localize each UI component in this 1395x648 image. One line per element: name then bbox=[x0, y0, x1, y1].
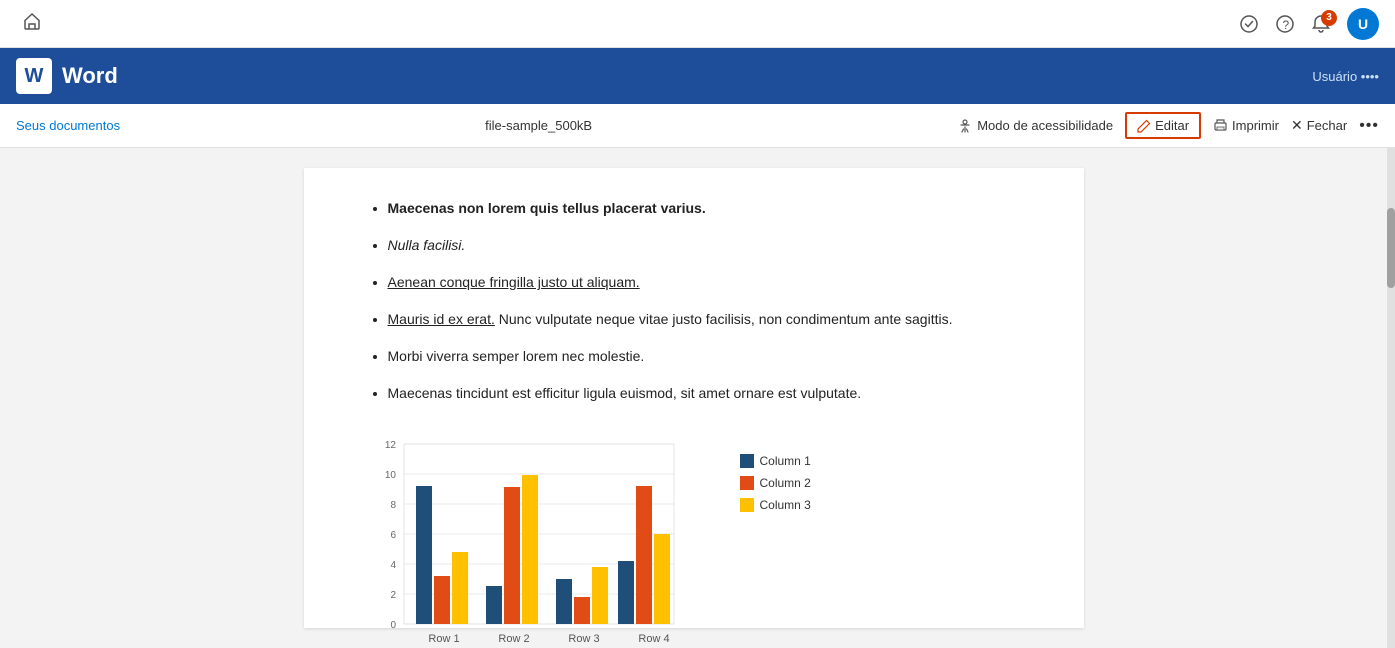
word-icon: W bbox=[16, 58, 52, 94]
bar-r1-c2 bbox=[434, 576, 450, 624]
bullet-list: Maecenas non lorem quis tellus placerat … bbox=[364, 198, 1024, 404]
check-circle-button[interactable] bbox=[1239, 14, 1259, 34]
bar-r4-c1 bbox=[618, 561, 634, 624]
bar-r2-c3 bbox=[522, 475, 538, 624]
file-name: file-sample_500kB bbox=[128, 118, 949, 133]
app-name: Word bbox=[62, 63, 118, 89]
bar-r1-c1 bbox=[416, 486, 432, 624]
document-container: Maecenas non lorem quis tellus placerat … bbox=[0, 148, 1387, 648]
toolbar-actions: Modo de acessibilidade Editar Imprimir ✕… bbox=[957, 112, 1379, 139]
bar-r3-c2 bbox=[574, 597, 590, 624]
svg-text:Row 4: Row 4 bbox=[638, 633, 669, 645]
bar-r1-c3 bbox=[452, 552, 468, 624]
print-label: Imprimir bbox=[1232, 118, 1279, 133]
bar-r4-c3 bbox=[654, 534, 670, 624]
close-button[interactable]: ✕ Fechar bbox=[1291, 117, 1347, 134]
bullet-text-3: Aenean conque fringilla justo ut aliquam… bbox=[388, 274, 640, 290]
legend-item-col1: Column 1 bbox=[740, 454, 811, 468]
list-item: Mauris id ex erat. Nunc vulputate neque … bbox=[388, 309, 1024, 330]
chart-svg: 0 2 4 6 8 10 12 bbox=[364, 434, 724, 648]
legend-label-1: Column 1 bbox=[760, 454, 811, 468]
list-item: Morbi viverra semper lorem nec molestie. bbox=[388, 346, 1024, 367]
chart-container: 0 2 4 6 8 10 12 bbox=[364, 424, 1024, 648]
bar-r2-c2 bbox=[504, 487, 520, 624]
list-item: Maecenas non lorem quis tellus placerat … bbox=[388, 198, 1024, 219]
legend-color-1 bbox=[740, 454, 754, 468]
svg-text:Row 3: Row 3 bbox=[568, 633, 599, 645]
scrollbar[interactable] bbox=[1387, 148, 1395, 648]
print-icon bbox=[1213, 118, 1228, 133]
avatar[interactable]: U bbox=[1347, 8, 1379, 40]
svg-text:8: 8 bbox=[390, 500, 396, 511]
legend-item-col2: Column 2 bbox=[740, 476, 811, 490]
close-icon: ✕ bbox=[1291, 117, 1303, 134]
document-page: Maecenas non lorem quis tellus placerat … bbox=[304, 168, 1084, 628]
more-options-button[interactable]: ••• bbox=[1359, 117, 1379, 135]
edit-icon bbox=[1137, 119, 1151, 133]
bar-r3-c3 bbox=[592, 567, 608, 624]
print-button[interactable]: Imprimir bbox=[1213, 118, 1279, 133]
top-bar: ? 3 U bbox=[0, 0, 1395, 48]
bullet-text-6: Maecenas tincidunt est efficitur ligula … bbox=[388, 385, 862, 401]
scrollbar-thumb[interactable] bbox=[1387, 208, 1395, 288]
list-item: Maecenas tincidunt est efficitur ligula … bbox=[388, 383, 1024, 404]
bullet-text-4b: Nunc vulputate neque vitae justo facilis… bbox=[499, 311, 953, 327]
svg-text:Row 2: Row 2 bbox=[498, 633, 529, 645]
edit-label: Editar bbox=[1155, 118, 1189, 133]
bullet-text-4a: Mauris id ex erat. bbox=[388, 311, 495, 327]
list-item: Nulla facilisi. bbox=[388, 235, 1024, 256]
main-area: Maecenas non lorem quis tellus placerat … bbox=[0, 148, 1395, 648]
svg-text:6: 6 bbox=[390, 530, 396, 541]
word-logo: W Word bbox=[16, 58, 118, 94]
home-icon bbox=[22, 11, 42, 36]
legend-label-2: Column 2 bbox=[760, 476, 811, 490]
svg-text:Row 1: Row 1 bbox=[428, 633, 459, 645]
home-button[interactable] bbox=[16, 8, 48, 40]
bar-r3-c1 bbox=[556, 579, 572, 624]
accessibility-label: Modo de acessibilidade bbox=[977, 118, 1113, 133]
legend-color-3 bbox=[740, 498, 754, 512]
toolbar: Seus documentos file-sample_500kB Modo d… bbox=[0, 104, 1395, 148]
bullet-text-2: Nulla facilisi. bbox=[388, 237, 466, 253]
svg-text:2: 2 bbox=[390, 590, 396, 601]
bar-r4-c2 bbox=[636, 486, 652, 624]
bar-r2-c1 bbox=[486, 586, 502, 624]
accessibility-button[interactable]: Modo de acessibilidade bbox=[957, 118, 1113, 134]
top-bar-left bbox=[16, 8, 48, 40]
legend-label-3: Column 3 bbox=[760, 498, 811, 512]
svg-text:?: ? bbox=[1283, 18, 1290, 32]
close-label: Fechar bbox=[1307, 118, 1347, 133]
legend-color-2 bbox=[740, 476, 754, 490]
chart-wrap: 0 2 4 6 8 10 12 bbox=[364, 434, 1024, 648]
notification-button[interactable]: 3 bbox=[1311, 14, 1331, 34]
seus-documentos-link[interactable]: Seus documentos bbox=[16, 118, 120, 133]
svg-text:4: 4 bbox=[390, 560, 396, 571]
bullet-text-5: Morbi viverra semper lorem nec molestie. bbox=[388, 348, 645, 364]
svg-text:10: 10 bbox=[384, 470, 396, 481]
chart-legend: Column 1 Column 2 Column 3 bbox=[740, 434, 811, 512]
notification-badge: 3 bbox=[1321, 10, 1337, 26]
svg-text:0: 0 bbox=[390, 620, 396, 631]
word-header: W Word Usuário •••• bbox=[0, 48, 1395, 104]
svg-text:12: 12 bbox=[384, 440, 396, 451]
legend-item-col3: Column 3 bbox=[740, 498, 811, 512]
bullet-text-1: Maecenas non lorem quis tellus placerat … bbox=[388, 200, 706, 216]
list-item: Aenean conque fringilla justo ut aliquam… bbox=[388, 272, 1024, 293]
edit-button[interactable]: Editar bbox=[1125, 112, 1201, 139]
accessibility-icon bbox=[957, 118, 973, 134]
user-info: Usuário •••• bbox=[1312, 69, 1379, 84]
top-bar-right: ? 3 U bbox=[1239, 8, 1379, 40]
help-button[interactable]: ? bbox=[1275, 14, 1295, 34]
word-w-letter: W bbox=[25, 65, 44, 88]
